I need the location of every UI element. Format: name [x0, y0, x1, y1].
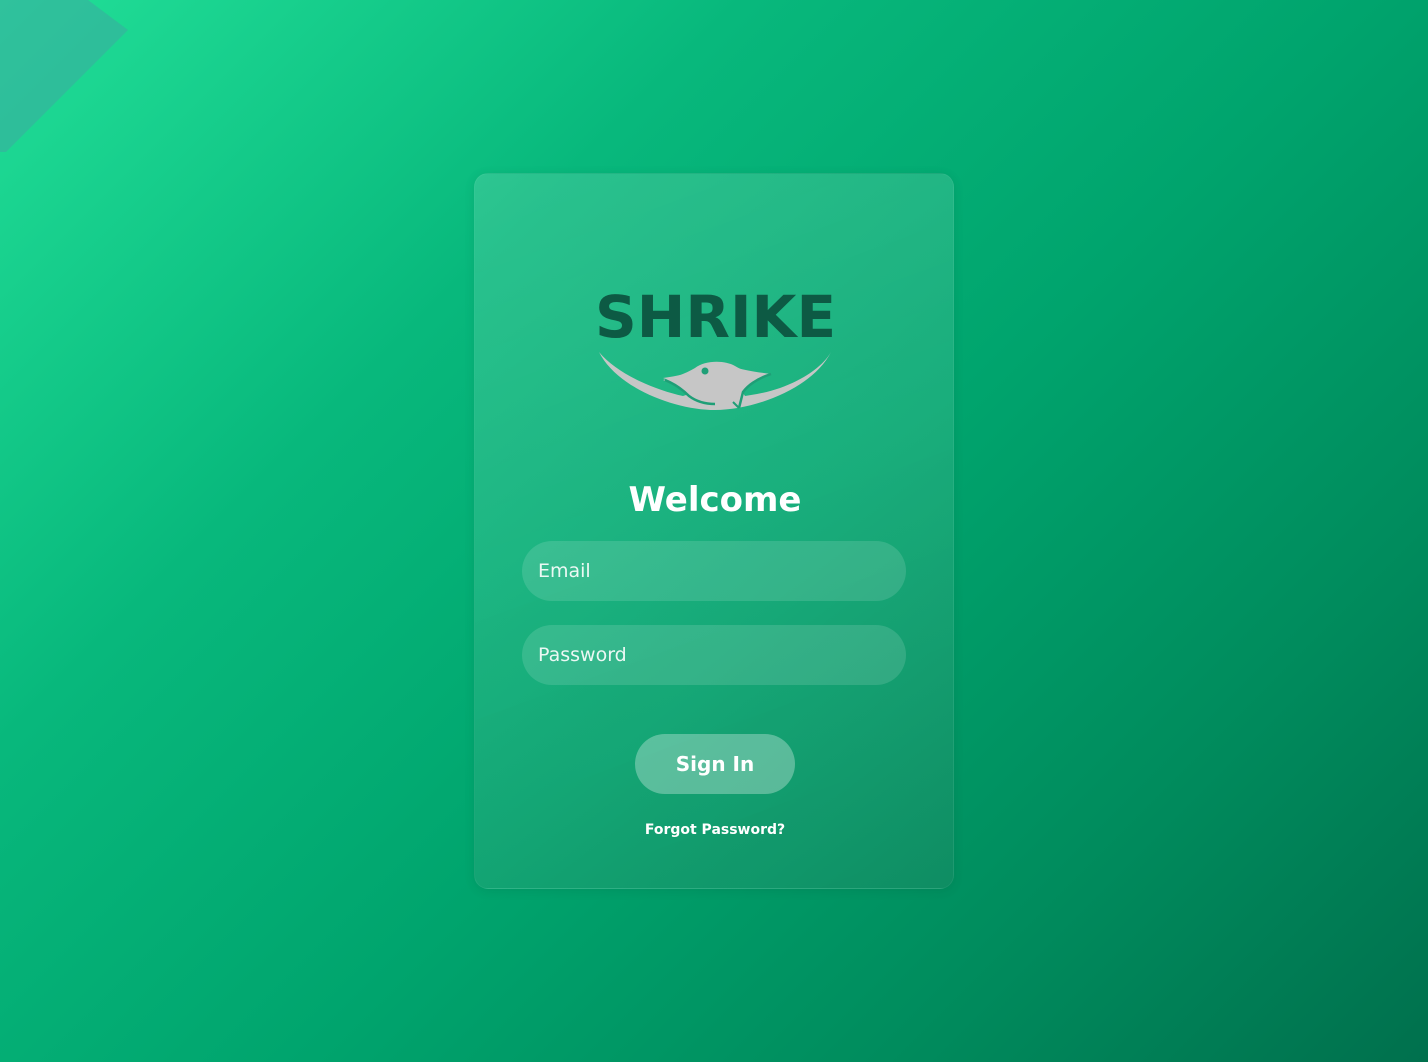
forgot-password-link[interactable]: Forgot Password?	[475, 820, 955, 840]
welcome-heading: Welcome	[628, 480, 802, 520]
shrike-bird-icon	[599, 352, 831, 410]
sign-in-button[interactable]: Sign In	[635, 734, 795, 794]
password-field[interactable]	[522, 625, 906, 685]
email-field[interactable]	[522, 541, 906, 601]
corner-decoration	[0, 0, 128, 152]
brand-logo: SHRIKE	[595, 282, 836, 412]
login-card: SHRIKE Welcome Sign In Forgot Password?	[474, 173, 954, 889]
